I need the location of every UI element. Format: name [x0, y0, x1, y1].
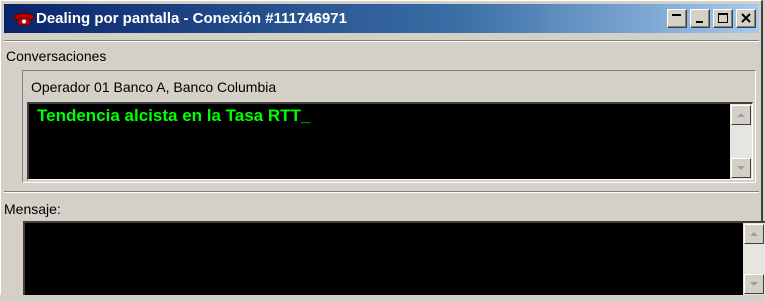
- message-input[interactable]: [23, 221, 765, 296]
- scroll-up-button[interactable]: [744, 224, 764, 244]
- message-label: Mensaje:: [4, 201, 61, 217]
- arrow-down-icon: [737, 166, 745, 170]
- window-title: Dealing por pantalla - Conexión #1117469…: [36, 10, 347, 27]
- scroll-down-button[interactable]: [744, 274, 764, 294]
- conversation-display[interactable]: Tendencia alcista en la Tasa RTT_: [27, 102, 753, 180]
- close-button[interactable]: [736, 9, 756, 28]
- minimize-icon: [696, 21, 703, 23]
- scroll-down-button[interactable]: [731, 158, 751, 178]
- conversations-panel: Operador 01 Banco A, Banco Columbia Tend…: [22, 70, 756, 183]
- dealing-window: Dealing por pantalla - Conexión #1117469…: [0, 0, 765, 300]
- help-button-icon: [672, 14, 681, 16]
- separator: [4, 191, 759, 193]
- help-button[interactable]: [667, 9, 687, 28]
- arrow-up-icon: [737, 113, 745, 117]
- separator: [4, 40, 759, 42]
- title-bar[interactable]: Dealing por pantalla - Conexión #1117469…: [4, 4, 759, 33]
- minimize-button[interactable]: [690, 9, 710, 28]
- arrow-down-icon: [750, 282, 758, 286]
- conversations-label: Conversaciones: [6, 48, 107, 64]
- conversation-scrollbar[interactable]: [730, 104, 752, 179]
- bottom-toolbar: [0, 295, 765, 302]
- message-scrollbar[interactable]: [743, 223, 765, 295]
- maximize-button[interactable]: [713, 9, 733, 28]
- telephone-icon: [13, 13, 35, 26]
- conversation-message: Tendencia alcista en la Tasa RTT_: [37, 106, 311, 125]
- maximize-icon: [718, 13, 728, 23]
- participants-label: Operador 01 Banco A, Banco Columbia: [31, 79, 277, 95]
- arrow-up-icon: [750, 232, 758, 236]
- close-icon: [741, 13, 751, 23]
- scroll-up-button[interactable]: [731, 105, 751, 125]
